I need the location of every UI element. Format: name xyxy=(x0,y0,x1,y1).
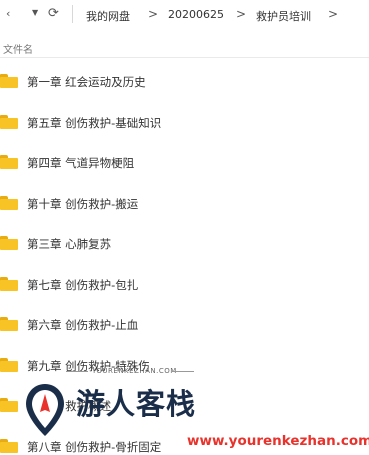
watermark-title: 游人客栈 xyxy=(76,387,197,421)
folder-row[interactable]: 第七章 创伤救护-包扎 xyxy=(0,273,369,297)
folder-icon xyxy=(0,236,18,250)
column-header-filename[interactable]: 文件名 xyxy=(3,41,33,56)
breadcrumb-item-date[interactable]: 20200625 xyxy=(168,8,224,21)
navigation-toolbar: ‹ ▼ ⟳ 我的网盘 > 20200625 > 救护员培训 > xyxy=(0,0,369,30)
folder-icon xyxy=(0,277,18,291)
folder-icon xyxy=(0,439,18,453)
folder-row[interactable]: 第十章 创伤救护-搬运 xyxy=(0,192,369,216)
folder-name[interactable]: 第一章 红会运动及历史 xyxy=(27,74,146,90)
folder-icon xyxy=(0,115,18,129)
caret-down-icon[interactable]: ▼ xyxy=(32,9,38,17)
folder-name[interactable]: 第五章 创伤救护-基础知识 xyxy=(27,115,161,131)
folder-row[interactable]: 第九章 创伤救护-特殊伤 xyxy=(0,354,369,378)
folder-name[interactable]: 第七章 创伤救护-包扎 xyxy=(27,277,138,293)
file-list-header: 文件名 xyxy=(0,38,369,58)
folder-icon xyxy=(0,398,18,412)
folder-row[interactable]: 第三章 心肺复苏 xyxy=(0,232,369,256)
folder-name[interactable]: 第十章 创伤救护-搬运 xyxy=(27,196,138,212)
watermark-divider xyxy=(172,371,194,372)
folder-name[interactable]: 第三章 心肺复苏 xyxy=(27,236,111,252)
breadcrumb-item-current[interactable]: 救护员培训 xyxy=(256,8,311,24)
watermark-subtitle: YOURENKEZHAN.COM xyxy=(92,367,177,375)
watermark-logo-icon xyxy=(26,384,64,436)
folder-icon xyxy=(0,358,18,372)
folder-icon xyxy=(0,196,18,210)
watermark-url: www.yourenkezhan.com xyxy=(187,433,369,449)
folder-row[interactable]: 第四章 气道异物梗阻 xyxy=(0,151,369,175)
folder-name[interactable]: 第六章 创伤救护-止血 xyxy=(27,317,138,333)
folder-name[interactable]: 第八章 创伤救护-骨折固定 xyxy=(27,439,161,455)
folder-row[interactable]: 第五章 创伤救护-基础知识 xyxy=(0,111,369,135)
breadcrumb-separator: > xyxy=(236,7,247,21)
folder-name[interactable]: 第四章 气道异物梗阻 xyxy=(27,155,134,171)
breadcrumb-separator: > xyxy=(148,7,159,21)
refresh-icon[interactable]: ⟳ xyxy=(48,7,59,20)
breadcrumb-item-root[interactable]: 我的网盘 xyxy=(86,8,130,24)
folder-icon xyxy=(0,155,18,169)
watermark-divider xyxy=(66,371,88,372)
folder-icon xyxy=(0,74,18,88)
folder-icon xyxy=(0,317,18,331)
folder-row[interactable]: 第一章 红会运动及历史 xyxy=(0,70,369,94)
toolbar-divider xyxy=(72,5,73,23)
folder-row[interactable]: 第六章 创伤救护-止血 xyxy=(0,313,369,337)
chevron-left-icon[interactable]: ‹ xyxy=(6,8,10,19)
breadcrumb-separator: > xyxy=(328,7,339,21)
